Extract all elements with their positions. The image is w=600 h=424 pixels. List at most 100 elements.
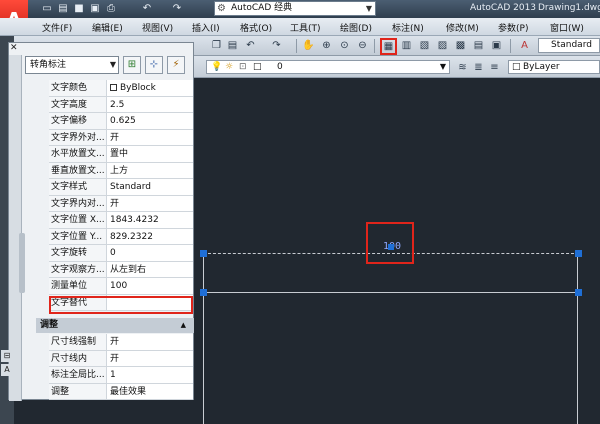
property-row[interactable]: 文字高度 2.5: [49, 96, 193, 113]
copy-icon[interactable]: ❐: [210, 39, 223, 52]
property-row[interactable]: 尺寸线内开: [49, 350, 193, 367]
saveas-icon[interactable]: ▣: [88, 2, 102, 15]
grip-handle[interactable]: [575, 289, 582, 296]
menu-bar: 文件(F) 编辑(E) 视图(V) 插入(I) 格式(O) 工具(T) 绘图(D…: [0, 18, 600, 36]
menu-format[interactable]: 格式(O): [240, 21, 272, 34]
property-value[interactable]: 上方: [107, 162, 193, 178]
property-value-text: 从左到右: [110, 264, 147, 275]
tool-palettes-icon[interactable]: ▧: [418, 39, 431, 52]
property-value[interactable]: 开: [107, 129, 193, 145]
property-row[interactable]: 水平放置文... 置中: [49, 146, 193, 163]
text-icon[interactable]: A: [1, 364, 13, 376]
property-row[interactable]: 标注全局比... 1: [49, 367, 193, 384]
save-icon[interactable]: ■: [72, 2, 86, 15]
section-adjust[interactable]: 调整 ▲: [36, 318, 194, 333]
close-icon[interactable]: ✕: [10, 44, 19, 53]
menu-draw[interactable]: 绘图(D): [340, 21, 372, 34]
grip-handle[interactable]: [200, 250, 207, 257]
text-override-highlight: [49, 296, 193, 314]
toolbar-separator: [374, 39, 375, 53]
markup-icon[interactable]: ▩: [454, 39, 467, 52]
property-row[interactable]: 文字位置 Y... 829.2322: [49, 228, 193, 245]
undo-icon[interactable]: ↶: [140, 2, 154, 15]
property-row[interactable]: 文字观察方... 从左到右: [49, 261, 193, 278]
menu-modify[interactable]: 修改(M): [446, 21, 479, 34]
undo-icon[interactable]: ↶: [244, 39, 257, 52]
menu-file[interactable]: 文件(F): [42, 21, 72, 34]
property-value-text: 0: [110, 248, 116, 258]
property-value-text: 829.2322: [110, 231, 153, 242]
text-style-icon[interactable]: A: [518, 39, 531, 52]
property-value[interactable]: 开: [107, 195, 193, 211]
paste-icon[interactable]: ▤: [226, 39, 239, 52]
property-value[interactable]: 从左到右: [107, 261, 193, 277]
property-row[interactable]: 文字位置 X... 1843.4232: [49, 212, 193, 229]
property-row[interactable]: 文字颜色 ByBlock: [49, 80, 193, 97]
quick-select-button[interactable]: ⚡: [167, 56, 185, 74]
palette-scrollbar[interactable]: [19, 233, 25, 293]
layer-states-icon[interactable]: ≋: [456, 61, 469, 74]
layer-previous-icon[interactable]: ≡: [488, 61, 501, 74]
redo-icon[interactable]: ↷: [270, 39, 283, 52]
quickcalc-icon[interactable]: ▤: [472, 39, 485, 52]
workspace-dropdown[interactable]: ⚙ AutoCAD 经典 ▼: [214, 1, 376, 16]
property-row[interactable]: 文字样式 Standard: [49, 179, 193, 196]
color-dropdown[interactable]: □ ByLayer: [508, 60, 600, 74]
property-value[interactable]: 0: [107, 245, 193, 261]
property-row[interactable]: 文字旋转 0: [49, 245, 193, 262]
menu-edit[interactable]: 编辑(E): [92, 21, 123, 34]
left-toolbar: ⊟ A: [0, 348, 14, 378]
property-value[interactable]: Standard: [107, 179, 193, 195]
help-icon[interactable]: ▣: [490, 39, 503, 52]
property-value[interactable]: 100: [107, 278, 193, 294]
drawing-canvas[interactable]: 100: [194, 78, 600, 424]
layout-icon[interactable]: ⊟: [1, 350, 13, 362]
property-row[interactable]: 尺寸线强制开: [49, 334, 193, 351]
menu-view[interactable]: 视图(V): [142, 21, 173, 34]
toggle-pickadd-button[interactable]: ⊞: [123, 56, 141, 74]
menu-window[interactable]: 窗口(W): [550, 21, 584, 34]
grip-handle[interactable]: [200, 289, 207, 296]
menu-tools[interactable]: 工具(T): [290, 21, 321, 34]
property-table: 文字颜色 ByBlock 文字高度 2.5 文字偏移 0.625 文字界外对... 开水平放置…: [49, 80, 193, 311]
object-type-dropdown[interactable]: 转角标注 ▼: [25, 56, 119, 74]
property-row[interactable]: 调整 最佳效果: [49, 383, 193, 400]
property-value[interactable]: 最佳效果: [107, 383, 193, 399]
plot-icon[interactable]: ⎙: [104, 2, 118, 15]
property-value[interactable]: 0.625: [107, 113, 193, 129]
property-value[interactable]: 置中: [107, 146, 193, 162]
property-row[interactable]: 垂直放置文... 上方: [49, 162, 193, 179]
menu-dimension[interactable]: 标注(N): [392, 21, 424, 34]
properties-icon[interactable]: ▦: [380, 38, 397, 55]
property-name: 文字观察方...: [49, 261, 107, 277]
make-current-icon[interactable]: ≣: [472, 61, 485, 74]
layers-toolbar: 💡 ☼ ⊡ □ 0 ▼ ≋ ≣ ≡ □ ByLayer: [194, 56, 600, 78]
property-value[interactable]: 开: [107, 334, 193, 350]
menu-parameter[interactable]: 参数(P): [498, 21, 528, 34]
zoom-previous-icon[interactable]: ⊖: [356, 39, 369, 52]
text-style-dropdown[interactable]: Standard: [538, 38, 600, 53]
zoom-realtime-icon[interactable]: ⊕: [320, 39, 333, 52]
property-value[interactable]: 829.2322: [107, 228, 193, 244]
property-row[interactable]: 文字界外对... 开: [49, 129, 193, 146]
property-row[interactable]: 文字偏移 0.625: [49, 113, 193, 130]
property-value[interactable]: ByBlock: [107, 80, 193, 96]
property-value[interactable]: 1843.4232: [107, 212, 193, 228]
layer-dropdown[interactable]: 💡 ☼ ⊡ □ 0 ▼: [206, 60, 450, 74]
property-row[interactable]: 测量单位 100: [49, 278, 193, 295]
property-row[interactable]: 文字界内对... 开: [49, 195, 193, 212]
pan-icon[interactable]: ✋: [302, 39, 315, 52]
zoom-window-icon[interactable]: ⊙: [338, 39, 351, 52]
sheet-set-icon[interactable]: ▨: [436, 39, 449, 52]
property-value[interactable]: 2.5: [107, 96, 193, 112]
property-value[interactable]: 开: [107, 350, 193, 366]
open-icon[interactable]: ▤: [56, 2, 70, 15]
grip-handle[interactable]: [575, 250, 582, 257]
redo-icon[interactable]: ↷: [170, 2, 184, 15]
property-name: 文字旋转: [49, 245, 107, 261]
property-value[interactable]: 1: [107, 367, 193, 383]
menu-insert[interactable]: 插入(I): [192, 21, 220, 34]
select-objects-button[interactable]: ⊹: [145, 56, 163, 74]
design-center-icon[interactable]: ▥: [400, 39, 413, 52]
new-icon[interactable]: ▭: [40, 2, 54, 15]
